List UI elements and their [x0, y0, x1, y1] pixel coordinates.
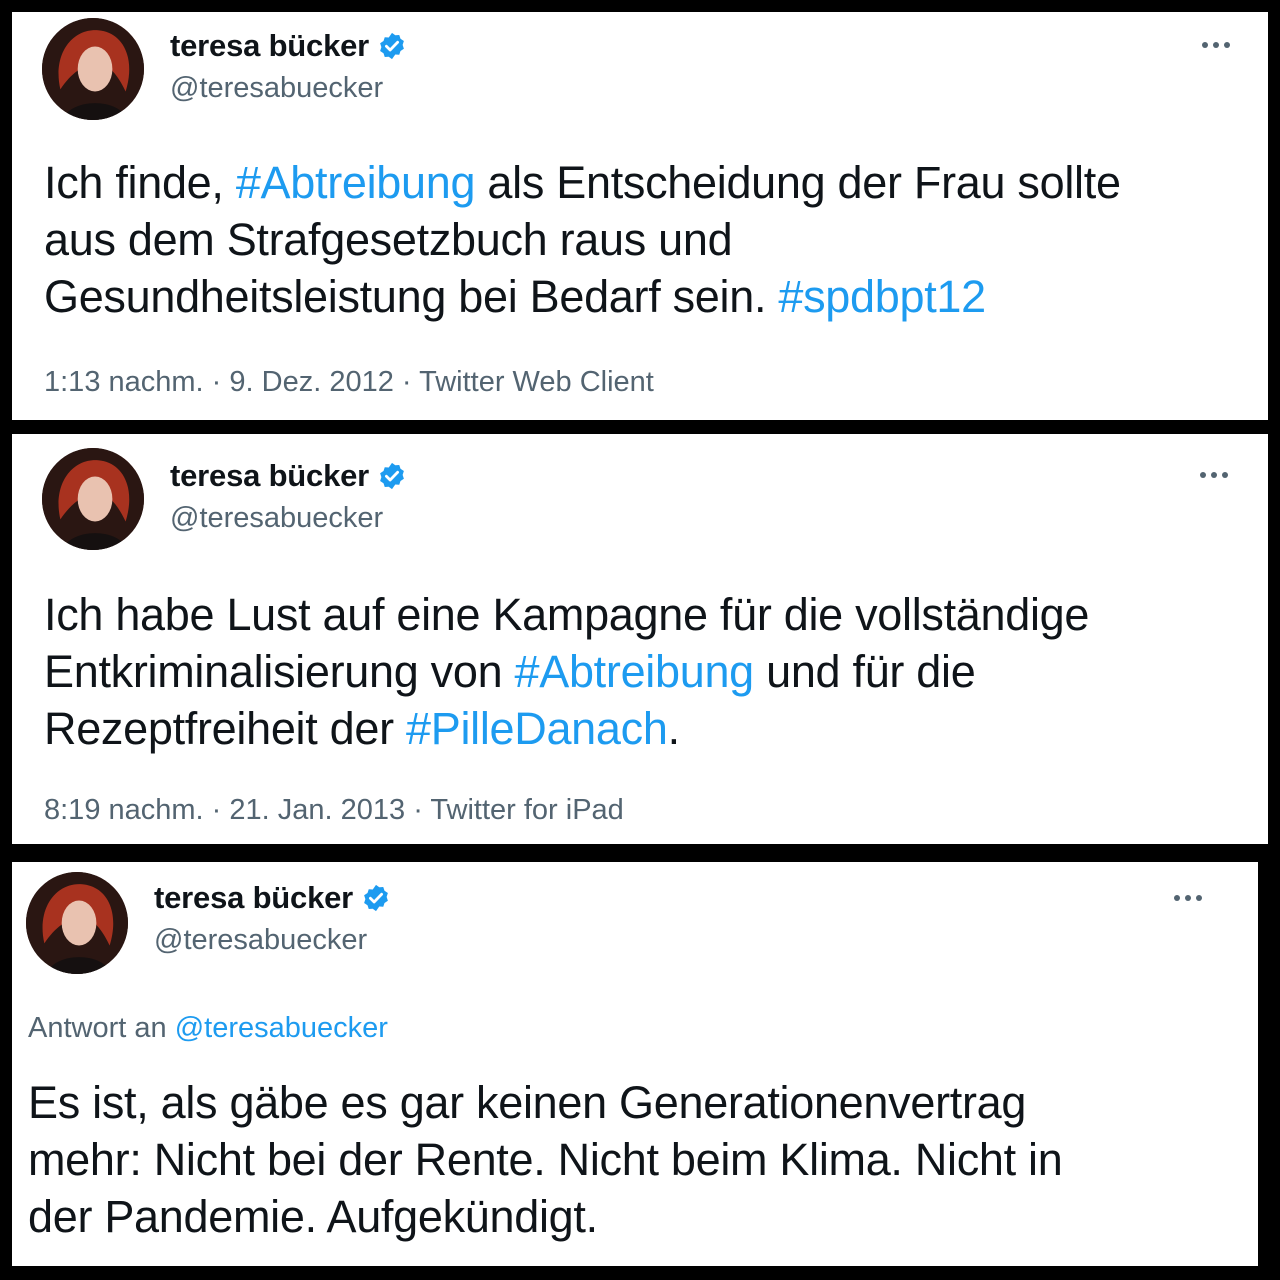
tweet-card: teresa bücker @teresabuecker Antwort an … — [12, 862, 1258, 1266]
author-handle[interactable]: @teresabuecker — [154, 924, 367, 957]
hashtag-link[interactable]: #PilleDanach — [406, 703, 668, 754]
hashtag-link[interactable]: #spdbpt12 — [778, 271, 986, 322]
avatar[interactable] — [26, 872, 128, 974]
author-name[interactable]: teresa bücker — [154, 880, 353, 916]
tweet-meta: 1:13 nachm. · 9. Dez. 2012 · Twitter Web… — [44, 366, 654, 398]
tweet-text: Ich habe Lust auf eine Kampagne für die … — [44, 586, 1264, 757]
author-name[interactable]: teresa bücker — [170, 458, 369, 494]
author-name[interactable]: teresa bücker — [170, 28, 369, 64]
avatar-photo — [42, 448, 144, 550]
verified-badge-icon — [364, 884, 388, 912]
tweet-text-segment: Ich finde, — [44, 157, 236, 208]
tweet-text-segment: Es ist, als gäbe es gar keinen Generatio… — [28, 1077, 1063, 1242]
tweet-date[interactable]: 9. Dez. 2012 — [229, 366, 393, 398]
avatar-photo — [26, 872, 128, 974]
tweet-source: Twitter for iPad — [430, 794, 624, 826]
more-dots-icon[interactable] — [1202, 42, 1230, 48]
tweet-time[interactable]: 8:19 nachm. — [44, 794, 204, 826]
tweet-time[interactable]: 1:13 nachm. — [44, 366, 204, 398]
more-dots-icon[interactable] — [1200, 472, 1228, 478]
reply-mention-link[interactable]: @teresabuecker — [175, 1012, 388, 1044]
more-dots-icon[interactable] — [1174, 895, 1202, 901]
tweet-text: Ich finde, #Abtreibung als Entscheidung … — [44, 154, 1264, 325]
avatar-photo — [42, 18, 144, 120]
tweet-card: teresa bücker @teresabuecker Ich habe Lu… — [12, 434, 1268, 844]
tweet-source: Twitter Web Client — [419, 366, 654, 398]
hashtag-link[interactable]: #Abtreibung — [236, 157, 476, 208]
author-handle[interactable]: @teresabuecker — [170, 502, 383, 535]
avatar[interactable] — [42, 448, 144, 550]
tweet-text: Es ist, als gäbe es gar keinen Generatio… — [28, 1074, 1248, 1245]
reply-context: Antwort an @teresabuecker — [28, 1012, 388, 1045]
tweet-date[interactable]: 21. Jan. 2013 — [229, 794, 405, 826]
verified-badge-icon — [380, 32, 404, 60]
avatar[interactable] — [42, 18, 144, 120]
author-handle[interactable]: @teresabuecker — [170, 72, 383, 105]
tweet-card: teresa bücker @teresabuecker Ich finde, … — [12, 12, 1268, 420]
verified-badge-icon — [380, 462, 404, 490]
tweet-meta: 8:19 nachm. · 21. Jan. 2013 · Twitter fo… — [44, 794, 624, 826]
tweet-text-segment: . — [667, 703, 681, 754]
hashtag-link[interactable]: #Abtreibung — [515, 646, 755, 697]
reply-prefix: Antwort an — [28, 1012, 167, 1044]
